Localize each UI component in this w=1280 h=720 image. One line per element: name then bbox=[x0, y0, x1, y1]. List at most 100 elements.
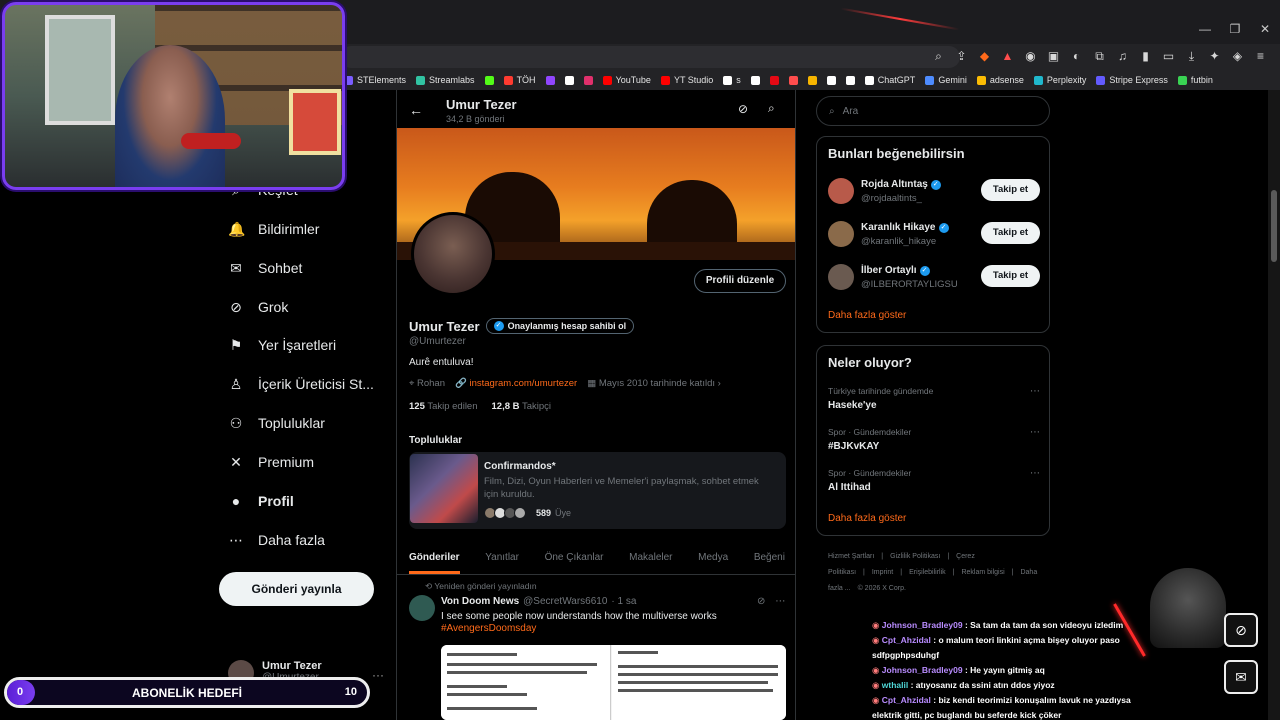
show-more-link[interactable]: Daha fazla göster bbox=[828, 310, 906, 321]
extension-icon[interactable]: ▣ bbox=[1044, 47, 1063, 66]
footer-link[interactable]: Reklam bilgisi bbox=[961, 569, 1004, 576]
zoom-icon[interactable]: ⌕ bbox=[929, 47, 948, 66]
bookmark-item[interactable]: Streamlabs bbox=[416, 75, 475, 85]
bookmark-item[interactable] bbox=[807, 75, 817, 85]
more-icon[interactable]: ⋯ bbox=[775, 596, 785, 607]
ai-icon[interactable]: ✦ bbox=[1205, 47, 1224, 66]
nav-item-mail[interactable]: ✉ Sohbet bbox=[228, 260, 302, 276]
bookmark-item[interactable] bbox=[788, 75, 798, 85]
footer-link[interactable]: Hizmet Şartları bbox=[828, 553, 874, 560]
bookmark-item[interactable]: Gemini bbox=[925, 75, 967, 85]
account-more-icon[interactable]: ··· bbox=[372, 668, 384, 682]
bookmark-item[interactable]: YouTube bbox=[602, 75, 651, 85]
bookmark-item[interactable]: s bbox=[723, 75, 741, 85]
website-link[interactable]: instagram.com/umurtezer bbox=[469, 378, 577, 389]
messages-float-icon[interactable]: ✉ bbox=[1224, 660, 1258, 694]
maximize-icon[interactable]: ❐ bbox=[1220, 14, 1250, 44]
followers-link[interactable]: 12,8 B Takipçi bbox=[492, 401, 552, 412]
bookmark-item[interactable] bbox=[826, 75, 836, 85]
following-link[interactable]: 125 Takip edilen bbox=[409, 401, 478, 412]
tweet-author[interactable]: Von Doom News bbox=[441, 596, 519, 607]
menu-icon[interactable]: ≡ bbox=[1251, 47, 1270, 66]
nav-item-grok[interactable]: ⊘ Grok bbox=[228, 299, 288, 315]
suggested-account[interactable]: Rojda Altıntaş ✓ @rojdaaltints_ Takip et bbox=[828, 176, 1040, 206]
profile-tab[interactable]: Öne Çıkanlar bbox=[545, 547, 604, 574]
bookmark-item[interactable] bbox=[484, 75, 494, 85]
tweet-avatar[interactable] bbox=[409, 595, 435, 621]
bookmark-item[interactable] bbox=[845, 75, 855, 85]
nav-item-communities[interactable]: ⚇ Topluluklar bbox=[228, 415, 325, 431]
sidebar-icon[interactable]: ▮ bbox=[1136, 47, 1155, 66]
bookmark-item[interactable]: ChatGPT bbox=[864, 75, 915, 85]
tweet-hashtag[interactable]: #AvengersDoomsday bbox=[441, 623, 536, 634]
profile-avatar[interactable] bbox=[411, 212, 495, 296]
back-arrow-icon[interactable]: ← bbox=[409, 102, 423, 118]
chevron-right-icon[interactable]: › bbox=[718, 378, 721, 389]
bookmark-item[interactable] bbox=[564, 75, 574, 85]
media-icon[interactable]: ♫ bbox=[1113, 47, 1132, 66]
nav-item-bookmark[interactable]: ⚑ Yer İşaretleri bbox=[228, 337, 336, 353]
grok-float-icon[interactable]: ⊘ bbox=[1224, 613, 1258, 647]
bookmark-item[interactable]: Stripe Express bbox=[1096, 75, 1168, 85]
extension-icon[interactable]: ◐ bbox=[1067, 47, 1086, 66]
post-button[interactable]: Gönderi yayınla bbox=[219, 572, 374, 606]
suggested-account[interactable]: Karanlık Hikaye ✓ @karanlik_hikaye Takip et bbox=[828, 219, 1040, 249]
share-icon[interactable]: ⇪ bbox=[952, 47, 971, 66]
bookmark-item[interactable] bbox=[769, 75, 779, 85]
bookmark-item[interactable] bbox=[545, 75, 555, 85]
wallet-icon[interactable]: ▭ bbox=[1159, 47, 1178, 66]
trend-item[interactable]: Spor · Gündemdekiler #BJKvKAY ⋯ bbox=[828, 427, 1040, 452]
search-icon[interactable]: ⌕ bbox=[768, 101, 775, 116]
extension-icon[interactable]: ◉ bbox=[1021, 47, 1040, 66]
rewards-icon[interactable]: ▲ bbox=[998, 47, 1017, 66]
nav-item-creator[interactable]: ♙ İçerik Üreticisi St... bbox=[228, 376, 374, 392]
bookmark-item[interactable]: TÖH bbox=[503, 75, 536, 85]
minimize-icon[interactable]: — bbox=[1190, 14, 1220, 44]
trend-item[interactable]: Türkiye tarihinde gündemde Haseke'ye ⋯ bbox=[828, 386, 1040, 411]
bookmark-item[interactable]: Perplexity bbox=[1033, 75, 1086, 85]
footer-link[interactable]: Gizlilik Politikası bbox=[890, 553, 940, 560]
edit-profile-button[interactable]: Profili düzenle bbox=[694, 269, 786, 293]
scrollbar-thumb[interactable] bbox=[1271, 190, 1277, 262]
trends-show-more-link[interactable]: Daha fazla göster bbox=[828, 513, 906, 524]
more-icon[interactable]: ⋯ bbox=[1030, 468, 1040, 479]
community-card[interactable]: Confirmandos* Film, Dizi, Oyun Haberleri… bbox=[409, 452, 786, 529]
address-bar[interactable] bbox=[340, 46, 960, 68]
tweet-handle[interactable]: @SecretWars6610 bbox=[523, 596, 607, 607]
profile-tab[interactable]: Yanıtlar bbox=[485, 547, 519, 574]
brave-shield-icon[interactable]: ◆ bbox=[975, 47, 994, 66]
download-icon[interactable]: ⤓ bbox=[1182, 47, 1201, 66]
get-verified-button[interactable]: ✓ Onaylanmış hesap sahibi ol bbox=[485, 318, 635, 334]
grok-icon[interactable]: ⊘ bbox=[757, 596, 765, 607]
footer-link[interactable]: Imprint bbox=[872, 569, 893, 576]
profile-tab[interactable]: Medya bbox=[698, 547, 728, 574]
nav-item-more-circle[interactable]: ⋯ Daha fazla bbox=[228, 532, 325, 548]
more-icon[interactable]: ⋯ bbox=[1030, 386, 1040, 397]
bookmark-item[interactable]: futbin bbox=[1177, 75, 1213, 85]
bookmark-item[interactable]: adsense bbox=[976, 75, 1024, 85]
bookmark-item[interactable] bbox=[583, 75, 593, 85]
website-item[interactable]: 🔗 instagram.com/umurtezer bbox=[455, 378, 577, 389]
scrollbar[interactable] bbox=[1268, 90, 1280, 720]
nav-item-profile[interactable]: ● Profil bbox=[228, 493, 294, 509]
more-icon[interactable]: ⋯ bbox=[1030, 427, 1040, 438]
footer-link[interactable]: Erişilebilirlik bbox=[909, 569, 946, 576]
nav-item-bell[interactable]: 🔔 Bildirimler bbox=[228, 221, 319, 237]
profile-tab[interactable]: Gönderiler bbox=[409, 547, 460, 574]
bookmark-item[interactable]: YT Studio bbox=[660, 75, 713, 85]
vpn-icon[interactable]: ◈ bbox=[1228, 47, 1247, 66]
nav-item-x-logo[interactable]: ✕ Premium bbox=[228, 454, 314, 470]
follow-button[interactable]: Takip et bbox=[981, 179, 1040, 201]
tweet-time[interactable]: · 1 sa bbox=[611, 596, 636, 607]
profile-tab[interactable]: Makaleler bbox=[629, 547, 672, 574]
close-icon[interactable]: ✕ bbox=[1250, 14, 1280, 44]
follow-button[interactable]: Takip et bbox=[981, 222, 1040, 244]
extension-icon[interactable]: ⧉ bbox=[1090, 47, 1109, 66]
search-input[interactable]: ⌕ Ara bbox=[816, 96, 1050, 126]
profile-tab[interactable]: Beğeni bbox=[754, 547, 785, 574]
trend-item[interactable]: Spor · Gündemdekiler Al Ittihad ⋯ bbox=[828, 468, 1040, 493]
follow-button[interactable]: Takip et bbox=[981, 265, 1040, 287]
bookmark-item[interactable] bbox=[750, 75, 760, 85]
suggested-account[interactable]: İlber Ortaylı ✓ @ILBERORTAYLIGSU Takip et bbox=[828, 262, 1040, 292]
grok-icon[interactable]: ⊘ bbox=[738, 102, 748, 116]
